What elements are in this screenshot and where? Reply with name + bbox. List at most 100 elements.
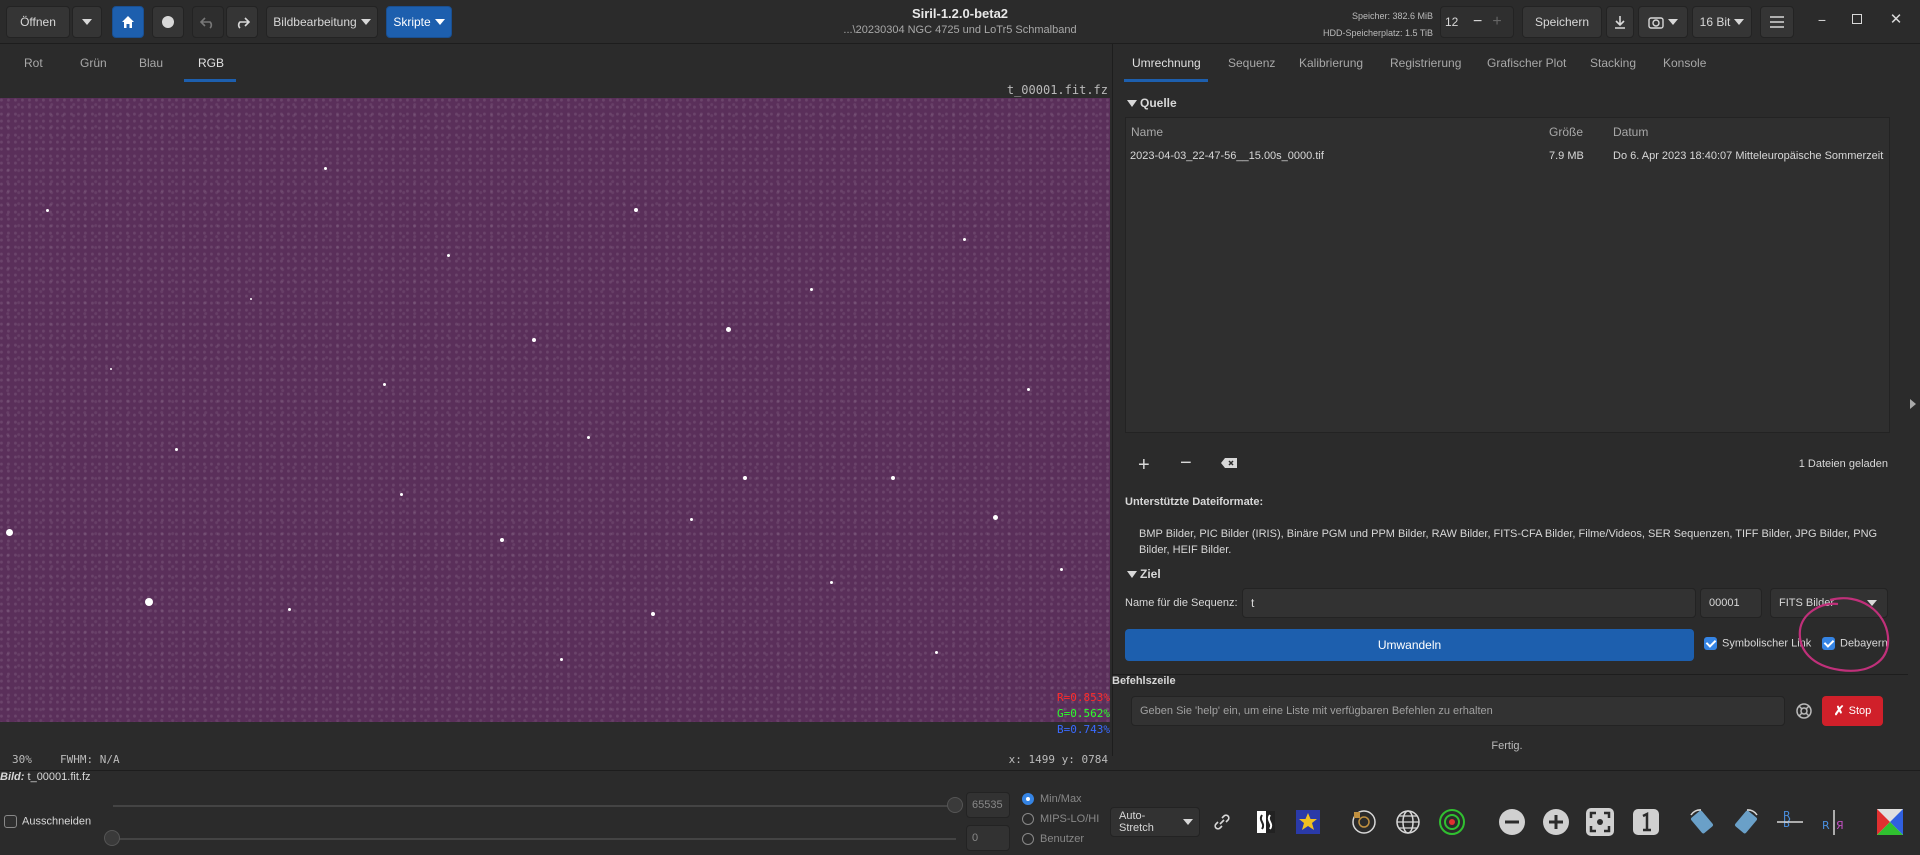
open-button[interactable]: Öffnen — [6, 6, 70, 38]
column-header-size[interactable]: Größe — [1549, 125, 1583, 139]
star — [447, 254, 450, 257]
tab-calibration[interactable]: Kalibrierung — [1299, 56, 1363, 70]
mirror-x-button[interactable]: RR — [1774, 806, 1806, 838]
link-sliders-button[interactable] — [1206, 806, 1238, 838]
zoom-out-button[interactable] — [1496, 806, 1528, 838]
star — [288, 608, 291, 611]
star — [726, 327, 731, 332]
negative-icon — [1257, 811, 1275, 833]
bit-depth-select[interactable]: 16 Bit — [1692, 6, 1752, 38]
max-slider-track[interactable] — [113, 805, 956, 807]
tab-blue[interactable]: Blau — [139, 56, 163, 70]
open-dropdown-button[interactable] — [72, 6, 102, 38]
min-value-input[interactable]: 0 — [966, 825, 1010, 851]
clear-list-icon[interactable] — [1220, 457, 1238, 472]
tab-registration[interactable]: Registrierung — [1390, 56, 1461, 70]
tab-conversion[interactable]: Umrechnung — [1132, 56, 1201, 70]
stop-icon: ✗ — [1833, 703, 1845, 718]
max-slider-handle[interactable] — [947, 797, 963, 813]
star — [634, 208, 638, 212]
radio-user[interactable]: Benutzer — [1022, 833, 1084, 846]
star — [46, 209, 49, 212]
negative-view-button[interactable] — [1250, 806, 1282, 838]
add-file-icon[interactable]: + — [1138, 454, 1150, 477]
checkbox-unchecked-icon — [4, 815, 17, 828]
chevron-down-icon — [434, 19, 445, 25]
tab-plot[interactable]: Grafischer Plot — [1487, 56, 1566, 70]
main-menu-button[interactable] — [1760, 6, 1794, 38]
zoom-in-button[interactable] — [1540, 806, 1572, 838]
panel-collapse-strip[interactable] — [1906, 44, 1920, 756]
tab-stacking[interactable]: Stacking — [1590, 56, 1636, 70]
chevron-down-icon — [1183, 819, 1193, 825]
min-slider-track[interactable] — [113, 838, 956, 840]
plus-icon[interactable]: + — [1492, 13, 1501, 31]
tab-green[interactable]: Grün — [80, 56, 107, 70]
command-help-button[interactable] — [1791, 698, 1817, 724]
convert-button[interactable]: Umwandeln — [1125, 629, 1694, 661]
save-button[interactable]: Speichern — [1522, 6, 1602, 38]
tab-console[interactable]: Konsole — [1663, 56, 1706, 70]
column-header-date[interactable]: Datum — [1613, 125, 1648, 139]
radio-mips[interactable]: MIPS-LO/HI — [1022, 813, 1099, 826]
source-file-table[interactable]: Name Größe Datum 2023-04-03_22-47-56__15… — [1125, 117, 1890, 433]
scripts-menu[interactable]: Skripte — [386, 6, 452, 38]
record-button[interactable] — [152, 6, 184, 38]
redo-button[interactable] — [226, 6, 258, 38]
target-section-header[interactable]: Ziel — [1127, 567, 1161, 581]
zoom-one-button[interactable] — [1630, 806, 1662, 838]
sequence-name-input[interactable]: t — [1242, 588, 1696, 618]
expander-icon — [1127, 100, 1137, 108]
photometry-button[interactable] — [1436, 806, 1468, 838]
maximize-icon[interactable] — [1852, 14, 1862, 24]
file-size-cell[interactable]: 7.9 MB — [1549, 150, 1584, 162]
display-mode-select[interactable]: Auto-Stretch — [1110, 807, 1200, 837]
star — [500, 538, 504, 542]
header-bar: Öffnen Bildbearbeitung Skripte Siril-1.2… — [0, 0, 1920, 44]
star — [993, 515, 998, 520]
home-button[interactable] — [112, 6, 144, 38]
star — [587, 436, 590, 439]
mirror-y-button[interactable]: RЯ — [1818, 806, 1850, 838]
file-name-cell[interactable]: 2023-04-03_22-47-56__15.00s_0000.tif — [1130, 150, 1324, 162]
thread-stepper[interactable]: 12 − + — [1440, 6, 1514, 38]
star — [1060, 568, 1063, 571]
image-processing-menu[interactable]: Bildbearbeitung — [266, 6, 378, 38]
zoom-fit-button[interactable] — [1584, 806, 1616, 838]
command-input[interactable]: Geben Sie 'help' ein, um eine Liste mit … — [1131, 696, 1785, 726]
active-tab-indicator — [184, 79, 236, 82]
rotate-right-button[interactable] — [1730, 806, 1762, 838]
fwhm-readout: FWHM: N/A — [60, 753, 120, 766]
chevron-right-icon[interactable] — [1910, 399, 1916, 409]
minimize-icon[interactable]: − — [1814, 12, 1830, 28]
crop-checkbox[interactable]: Ausschneiden — [4, 815, 91, 828]
rotate-left-icon — [1690, 809, 1713, 834]
undo-button[interactable] — [192, 6, 224, 38]
hamburger-icon — [1770, 16, 1784, 28]
astrometry-button[interactable] — [1392, 806, 1424, 838]
stop-label: Stop — [1848, 705, 1872, 717]
rotate-left-button[interactable] — [1686, 806, 1718, 838]
tab-rgb[interactable]: RGB — [198, 56, 224, 70]
preview-button[interactable] — [1874, 806, 1906, 838]
undo-icon — [200, 17, 213, 29]
tab-red[interactable]: Rot — [24, 56, 43, 70]
stop-button[interactable]: ✗ Stop — [1822, 696, 1883, 726]
start-index-input[interactable]: 00001 — [1700, 588, 1762, 618]
file-date-cell[interactable]: Do 6. Apr 2023 18:40:07 Mitteleuropäisch… — [1613, 150, 1883, 162]
annotate-button[interactable] — [1348, 806, 1380, 838]
column-header-name[interactable]: Name — [1131, 125, 1163, 139]
tab-sequence[interactable]: Sequenz — [1228, 56, 1275, 70]
star — [6, 529, 13, 536]
min-slider-handle[interactable] — [104, 830, 120, 846]
color-false-button[interactable] — [1292, 806, 1324, 838]
minus-icon[interactable]: − — [1473, 13, 1482, 31]
snapshot-button[interactable] — [1638, 6, 1688, 38]
max-value-input[interactable]: 65535 — [966, 792, 1010, 818]
image-canvas[interactable] — [0, 98, 1110, 722]
radio-minmax[interactable]: Min/Max — [1022, 793, 1082, 806]
source-section-header[interactable]: Quelle — [1127, 96, 1177, 110]
remove-file-icon[interactable]: − — [1180, 452, 1192, 475]
save-as-button[interactable] — [1606, 6, 1634, 38]
close-icon[interactable]: ✕ — [1888, 10, 1904, 28]
